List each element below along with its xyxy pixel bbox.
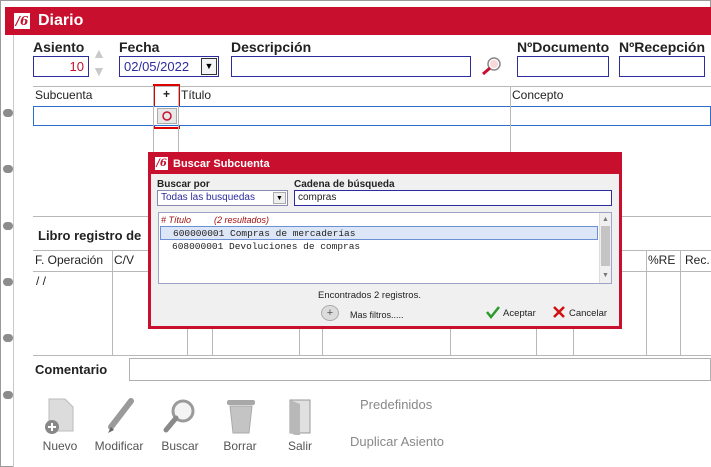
foperacion-cell[interactable]: / / xyxy=(36,274,46,288)
duplicar-asiento-link[interactable]: Duplicar Asiento xyxy=(350,434,444,449)
asiento-up-icon[interactable]: ▲ xyxy=(92,46,106,60)
grid-top-rule xyxy=(33,86,711,87)
comentario-label: Comentario xyxy=(35,362,108,377)
cadena-input[interactable]: compras xyxy=(294,190,612,206)
nrecepcion-input[interactable] xyxy=(619,56,705,77)
cancelar-button[interactable]: Cancelar xyxy=(551,304,617,322)
checkmark-icon xyxy=(486,306,500,319)
aceptar-label: Aceptar xyxy=(503,308,536,319)
asiento-label: Asiento xyxy=(33,39,85,55)
buscar-por-chevron-icon[interactable]: ▼ xyxy=(273,192,286,204)
grid-edit-row[interactable] xyxy=(33,106,711,126)
buscar-por-label: Buscar por xyxy=(157,179,210,190)
nuevo-label: Nuevo xyxy=(42,439,78,453)
libro-divider xyxy=(112,250,113,355)
cancelar-label: Cancelar xyxy=(569,308,608,319)
trash-icon xyxy=(227,400,255,434)
cancel-x-icon xyxy=(553,306,565,318)
libro-divider xyxy=(680,250,681,355)
binder-ring xyxy=(3,165,13,173)
col-subcuenta: Subcuenta xyxy=(35,88,93,102)
salir-button[interactable]: Salir xyxy=(270,395,330,457)
results-scrollbar[interactable]: ▲ ▼ xyxy=(599,213,611,283)
subcuenta-lookup-button[interactable] xyxy=(157,108,177,124)
more-filters-plus-icon[interactable]: + xyxy=(321,305,339,321)
results-header-count: (2 resultados) xyxy=(214,215,270,225)
new-document-icon xyxy=(45,398,74,434)
binder-ring xyxy=(3,391,13,399)
descripcion-search-icon[interactable] xyxy=(481,56,503,76)
col-cv: C/V xyxy=(114,253,135,267)
buscar-button[interactable]: Buscar xyxy=(150,395,210,457)
modificar-label: Modificar xyxy=(94,439,144,453)
pencil-icon xyxy=(108,398,134,433)
buscar-subcuenta-dialog: /6 Buscar Subcuenta Buscar por Todas las… xyxy=(148,152,622,329)
libro-divider xyxy=(646,250,647,355)
borrar-label: Borrar xyxy=(223,439,257,453)
dialog-titlebar: /6 Buscar Subcuenta xyxy=(151,155,619,174)
results-header-col: # Título xyxy=(161,215,192,225)
binder-ring xyxy=(3,109,13,117)
fecha-dropdown-icon[interactable]: ▼ xyxy=(201,58,217,75)
result-text: 608000001 Devoluciones de compras xyxy=(172,241,361,252)
scroll-thumb[interactable] xyxy=(601,226,610,266)
asiento-down-icon[interactable]: ▼ xyxy=(92,64,106,78)
lookup-magnifier-icon xyxy=(162,111,172,121)
cadena-label: Cadena de búsqueda xyxy=(294,179,395,190)
fecha-label: Fecha xyxy=(119,39,160,55)
col-concepto: Concepto xyxy=(512,88,564,102)
borrar-button[interactable]: Borrar xyxy=(210,395,270,457)
col-re: %RE xyxy=(648,253,676,267)
salir-label: Salir xyxy=(287,439,312,453)
ndocumento-input[interactable] xyxy=(517,56,609,77)
dialog-title: Buscar Subcuenta xyxy=(173,158,270,170)
col-foperacion: F. Operación xyxy=(35,253,104,267)
libro-bottom-rule xyxy=(33,355,711,356)
window-titlebar: /6 Diario xyxy=(5,7,711,35)
expand-plus-icon[interactable]: + xyxy=(163,87,170,101)
comentario-input[interactable] xyxy=(129,358,711,381)
more-filters-link[interactable]: Mas filtros..... xyxy=(350,310,404,320)
list-item[interactable]: 600000001 Compras de mercaderías xyxy=(160,226,598,240)
descripcion-input[interactable] xyxy=(231,56,471,77)
scroll-up-icon[interactable]: ▲ xyxy=(602,216,609,223)
list-item[interactable]: 608000001 Devoluciones de compras xyxy=(160,240,598,254)
asiento-input[interactable]: 10 xyxy=(33,56,89,77)
ndocumento-label: NºDocumento xyxy=(517,39,610,55)
predefinidos-link[interactable]: Predefinidos xyxy=(360,397,432,412)
binder-ring xyxy=(3,222,13,230)
results-list[interactable]: # Título (2 resultados) 600000001 Compra… xyxy=(158,212,612,284)
binder-ring xyxy=(3,278,13,286)
descripcion-label: Descripción xyxy=(231,39,312,55)
aceptar-button[interactable]: Aceptar xyxy=(485,304,545,322)
dialog-logo-icon: /6 xyxy=(155,157,168,170)
nuevo-button[interactable]: Nuevo xyxy=(30,395,90,457)
result-text: 600000001 Compras de mercaderías xyxy=(173,228,356,239)
app-logo-icon: /6 xyxy=(14,13,30,29)
modificar-button[interactable]: Modificar xyxy=(89,395,149,457)
buscar-label: Buscar xyxy=(161,439,199,453)
window-title: Diario xyxy=(38,12,84,29)
col-titulo: Título xyxy=(181,88,212,102)
buscar-por-value: Todas las busquedas xyxy=(161,192,255,203)
nrecepcion-label: NºRecepción xyxy=(619,39,706,55)
scroll-down-icon[interactable]: ▼ xyxy=(602,272,609,279)
binder-ring xyxy=(3,334,13,342)
buscar-por-select[interactable]: Todas las busquedas xyxy=(157,190,288,206)
exit-door-icon xyxy=(289,399,311,435)
magnifier-icon xyxy=(163,399,195,433)
col-rec: Rec. xyxy=(685,253,710,267)
found-count-text: Encontrados 2 registros. xyxy=(318,290,421,301)
fecha-value: 02/05/2022 xyxy=(124,59,190,74)
libro-title: Libro registro de xyxy=(38,228,142,243)
